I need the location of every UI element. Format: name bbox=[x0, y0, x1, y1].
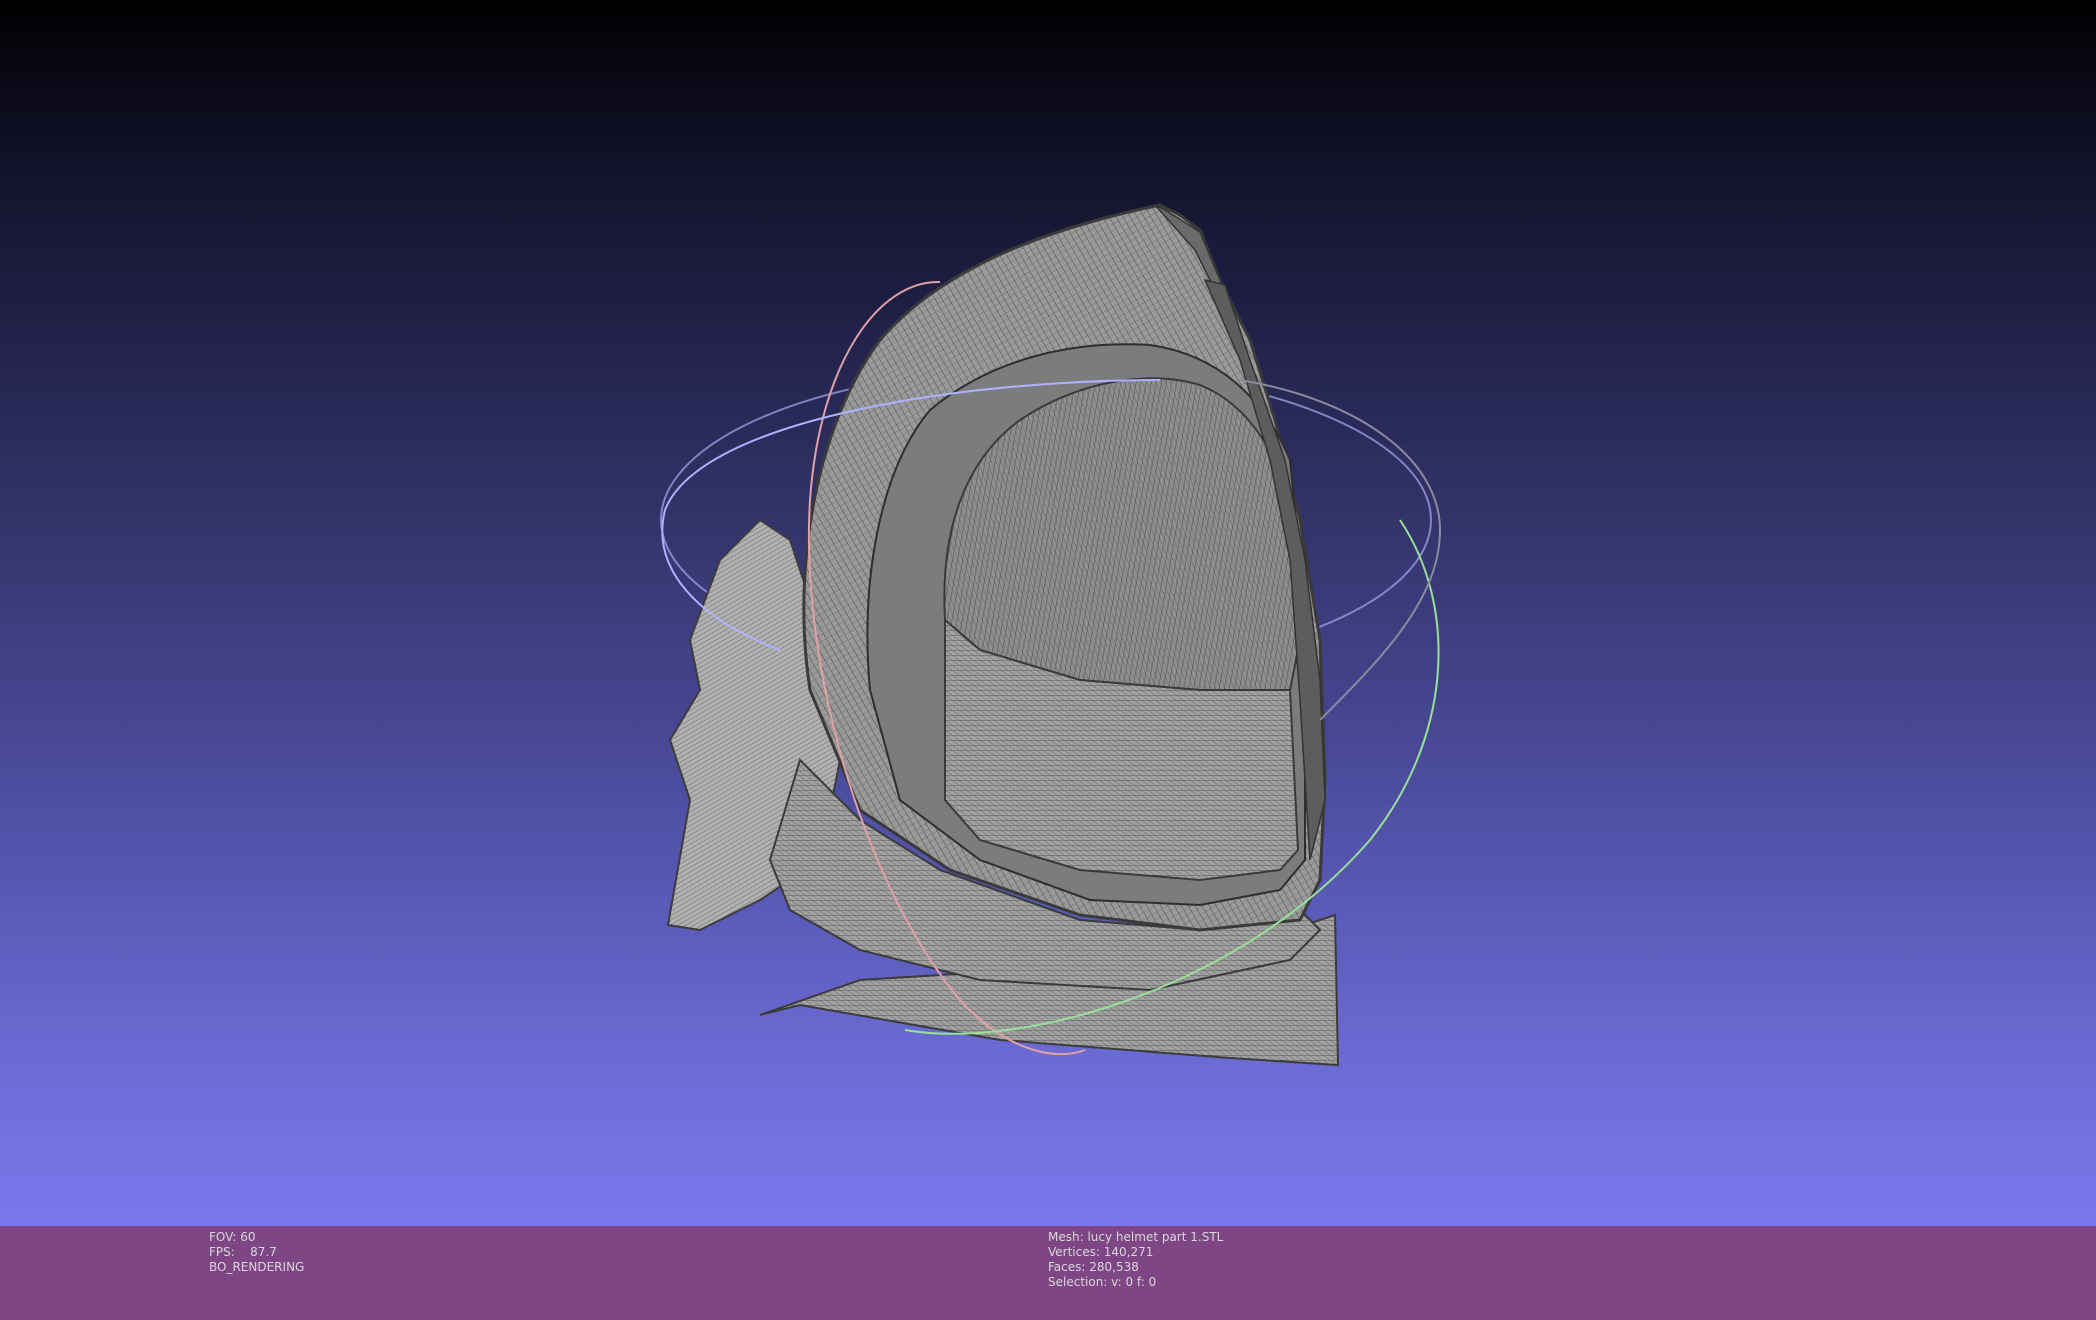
selection-readout: Selection: v: 0 f: 0 bbox=[1048, 1275, 1223, 1290]
vertices-readout: Vertices: 140,271 bbox=[1048, 1245, 1223, 1260]
mesh-info-panel: Mesh: lucy helmet part 1.STL Vertices: 1… bbox=[1048, 1230, 1223, 1290]
fov-label: FOV: bbox=[209, 1230, 237, 1244]
vertices-value: 140,271 bbox=[1103, 1245, 1154, 1259]
mesh-render[interactable] bbox=[0, 0, 2096, 1226]
faces-label: Faces: bbox=[1048, 1260, 1086, 1274]
fps-value: 87.7 bbox=[250, 1245, 277, 1259]
faces-readout: Faces: 280,538 bbox=[1048, 1260, 1223, 1275]
mesh-label: Mesh: bbox=[1048, 1230, 1084, 1244]
render-info-panel: FOV: 60 FPS: 87.7 BO_RENDERING bbox=[209, 1230, 304, 1275]
vertices-label: Vertices: bbox=[1048, 1245, 1100, 1259]
mesh-name: lucy helmet part 1.STL bbox=[1087, 1230, 1224, 1244]
fps-readout: FPS: 87.7 bbox=[209, 1245, 304, 1260]
fps-label: FPS: bbox=[209, 1245, 235, 1259]
selection-value: v: 0 f: 0 bbox=[1111, 1275, 1157, 1289]
fov-value: 60 bbox=[240, 1230, 256, 1244]
faces-value: 280,538 bbox=[1089, 1260, 1139, 1274]
fov-readout: FOV: 60 bbox=[209, 1230, 304, 1245]
status-info-bar: FOV: 60 FPS: 87.7 BO_RENDERING Mesh: luc… bbox=[0, 1226, 2096, 1320]
selection-label: Selection: bbox=[1048, 1275, 1108, 1289]
3d-viewport[interactable] bbox=[0, 0, 2096, 1226]
mesh-name-readout: Mesh: lucy helmet part 1.STL bbox=[1048, 1230, 1223, 1245]
render-mode: BO_RENDERING bbox=[209, 1260, 305, 1274]
